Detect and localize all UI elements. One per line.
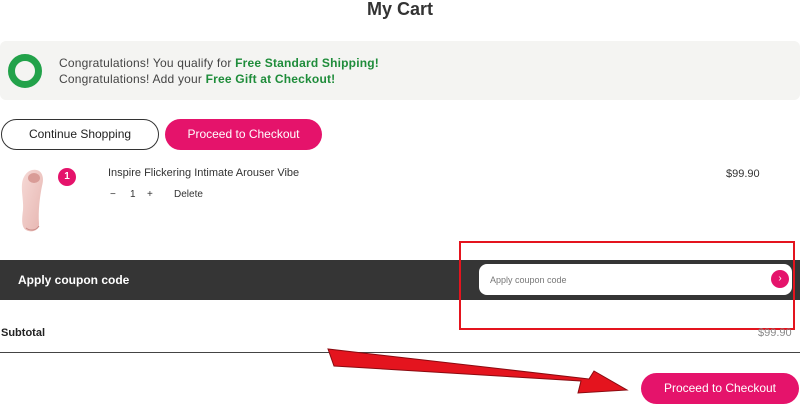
gift-message: Congratulations! Add your Free Gift at C…	[59, 72, 335, 86]
increase-quantity-button[interactable]: +	[147, 189, 153, 200]
continue-shopping-button[interactable]: Continue Shopping	[1, 119, 159, 150]
shipping-message: Congratulations! You qualify for Free St…	[59, 56, 379, 70]
gift-message-highlight: Free Gift at Checkout!	[205, 72, 336, 86]
item-price: $99.90	[726, 168, 760, 180]
free-shipping-banner: Congratulations! You qualify for Free St…	[0, 41, 800, 100]
annotation-highlight-box	[459, 241, 795, 330]
decrease-quantity-button[interactable]: −	[110, 189, 116, 200]
coupon-label[interactable]: Apply coupon code	[18, 273, 129, 287]
shipping-message-highlight: Free Standard Shipping!	[235, 56, 380, 70]
quantity-value[interactable]: 1	[130, 189, 136, 200]
delete-item-button[interactable]: Delete	[174, 189, 203, 200]
divider	[0, 352, 800, 353]
gift-message-text: Congratulations! Add your	[59, 72, 206, 86]
proceed-to-checkout-button[interactable]: Proceed to Checkout	[641, 373, 799, 404]
page-title: My Cart	[366, 0, 433, 19]
product-name[interactable]: Inspire Flickering Intimate Arouser Vibe	[108, 167, 299, 179]
subtotal-value: $99.90	[758, 327, 792, 339]
item-quantity-badge: 1	[58, 168, 76, 186]
progress-ring-icon	[8, 54, 42, 88]
product-image[interactable]	[14, 166, 54, 234]
subtotal-label: Subtotal	[1, 327, 45, 339]
shipping-message-text: Congratulations! You qualify for	[59, 56, 236, 70]
proceed-to-checkout-button-top[interactable]: Proceed to Checkout	[165, 119, 322, 150]
